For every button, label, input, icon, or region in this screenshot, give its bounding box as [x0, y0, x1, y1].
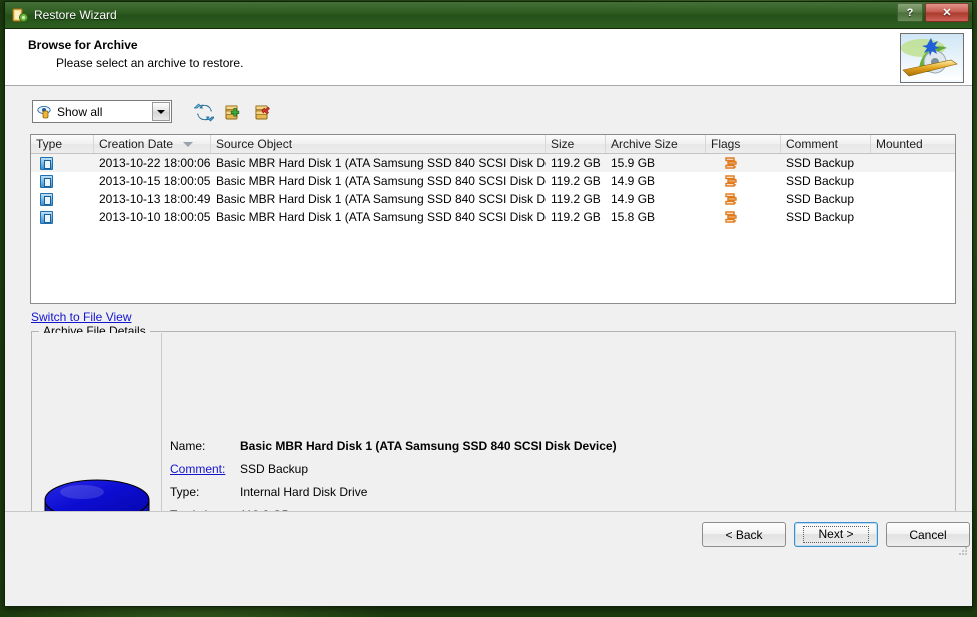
archive-type-icon	[40, 174, 53, 188]
table-row[interactable]: 2013-10-10 18:00:05 Basic MBR Hard Disk …	[31, 208, 955, 226]
switch-to-file-view-link[interactable]: Switch to File View	[31, 310, 131, 324]
wizard-header: Browse for Archive Please select an arch…	[5, 29, 972, 86]
row-creation-date: 2013-10-22 18:00:06	[99, 156, 211, 170]
detail-row-name: Name: Basic MBR Hard Disk 1 (ATA Samsung…	[170, 434, 617, 457]
remove-archive-icon[interactable]	[254, 102, 274, 122]
row-comment: SSD Backup	[786, 156, 855, 170]
eye-filter-icon	[37, 105, 53, 119]
detail-row-comment: Comment: SSD Backup	[170, 457, 617, 480]
desktop-background: Restore Wizard ? ✕ Browse for Archive Pl…	[0, 0, 977, 617]
window-controls: ? ✕	[897, 3, 969, 22]
back-button-label: < Back	[725, 527, 763, 542]
row-source-object: Basic MBR Hard Disk 1 (ATA Samsung SSD 8…	[216, 174, 546, 188]
archive-list-header: Type Creation Date Source Object Size Ar…	[31, 135, 955, 154]
row-flags-cell	[706, 192, 781, 206]
sort-descending-icon	[183, 141, 194, 147]
column-header-source-object[interactable]: Source Object	[211, 135, 546, 153]
archive-toolbar: Show all	[32, 100, 274, 123]
row-size: 119.2 GB	[551, 174, 601, 188]
page-title: Browse for Archive	[28, 38, 138, 52]
next-button-label: Next >	[803, 526, 869, 543]
next-button[interactable]: Next >	[794, 522, 878, 547]
back-button[interactable]: < Back	[702, 522, 786, 547]
row-comment: SSD Backup	[786, 174, 855, 188]
table-row[interactable]: 2013-10-15 18:00:05 Basic MBR Hard Disk …	[31, 172, 955, 190]
row-flags-cell	[706, 210, 781, 224]
row-type-cell	[31, 156, 94, 170]
chain-flag-icon	[724, 210, 738, 224]
add-archive-icon[interactable]	[224, 102, 244, 122]
column-header-archive-size[interactable]: Archive Size	[606, 135, 706, 153]
help-button[interactable]: ?	[897, 3, 923, 22]
table-row[interactable]: 2013-10-13 18:00:49 Basic MBR Hard Disk …	[31, 190, 955, 208]
filter-selected-value: Show all	[57, 104, 103, 119]
detail-label-comment[interactable]: Comment:	[170, 462, 240, 476]
archive-type-icon	[40, 210, 53, 224]
row-archive-size: 14.9 GB	[611, 174, 656, 188]
row-size: 119.2 GB	[551, 192, 601, 206]
resize-grip-icon[interactable]	[957, 544, 969, 556]
detail-value-type: Internal Hard Disk Drive	[240, 484, 368, 499]
row-creation-date: 2013-10-10 18:00:05	[99, 210, 211, 224]
disk-preview-pane	[32, 333, 162, 547]
detail-label-type: Type:	[170, 484, 200, 499]
detail-label-name: Name:	[170, 438, 206, 453]
row-source-object: Basic MBR Hard Disk 1 (ATA Samsung SSD 8…	[216, 210, 546, 224]
close-button[interactable]: ✕	[925, 3, 969, 22]
paragon-wizard-logo	[900, 33, 964, 83]
column-header-creation-date-label: Creation Date	[99, 137, 174, 151]
row-archive-size: 14.9 GB	[611, 192, 656, 206]
table-row[interactable]: 2013-10-22 18:00:06 Basic MBR Hard Disk …	[31, 154, 955, 172]
row-type-cell	[31, 174, 94, 188]
row-source-object: Basic MBR Hard Disk 1 (ATA Samsung SSD 8…	[216, 156, 546, 170]
row-type-cell	[31, 210, 94, 224]
refresh-icon[interactable]	[193, 102, 216, 122]
row-creation-date: 2013-10-13 18:00:49	[99, 192, 211, 206]
row-comment: SSD Backup	[786, 210, 855, 224]
archive-type-icon	[40, 192, 53, 206]
column-header-comment[interactable]: Comment	[781, 135, 871, 153]
detail-value-name: Basic MBR Hard Disk 1 (ATA Samsung SSD 8…	[240, 438, 617, 453]
chain-flag-icon	[724, 156, 738, 170]
chevron-down-icon[interactable]	[152, 102, 170, 121]
window-titlebar: Restore Wizard ? ✕	[5, 2, 972, 29]
cancel-button-label: Cancel	[909, 527, 947, 542]
window-title: Restore Wizard	[34, 8, 117, 22]
chain-flag-icon	[724, 174, 738, 188]
wizard-footer: < Back Next > Cancel	[5, 511, 972, 558]
row-comment: SSD Backup	[786, 192, 855, 206]
column-header-size[interactable]: Size	[546, 135, 606, 153]
row-flags-cell	[706, 156, 781, 170]
row-archive-size: 15.9 GB	[611, 156, 656, 170]
chain-flag-icon	[724, 192, 738, 206]
column-header-flags[interactable]: Flags	[706, 135, 781, 153]
column-header-type[interactable]: Type	[31, 135, 94, 153]
wizard-body: Show all Type Creation Date Source Objec…	[5, 86, 972, 558]
restore-wizard-window: Restore Wizard ? ✕ Browse for Archive Pl…	[4, 1, 973, 607]
archive-list[interactable]: Type Creation Date Source Object Size Ar…	[30, 134, 956, 304]
row-source-object: Basic MBR Hard Disk 1 (ATA Samsung SSD 8…	[216, 192, 546, 206]
detail-value-comment: SSD Backup	[240, 461, 309, 476]
page-subtitle: Please select an archive to restore.	[56, 56, 244, 70]
row-flags-cell	[706, 174, 781, 188]
column-header-creation-date[interactable]: Creation Date	[94, 135, 211, 153]
column-header-mounted[interactable]: Mounted	[871, 135, 955, 153]
filter-combobox[interactable]: Show all	[32, 100, 172, 123]
wizard-icon	[12, 7, 28, 23]
row-creation-date: 2013-10-15 18:00:05	[99, 174, 211, 188]
row-archive-size: 15.8 GB	[611, 210, 656, 224]
row-type-cell	[31, 192, 94, 206]
row-size: 119.2 GB	[551, 210, 601, 224]
detail-row-type: Type: Internal Hard Disk Drive	[170, 480, 617, 503]
row-size: 119.2 GB	[551, 156, 601, 170]
archive-type-icon	[40, 156, 53, 170]
